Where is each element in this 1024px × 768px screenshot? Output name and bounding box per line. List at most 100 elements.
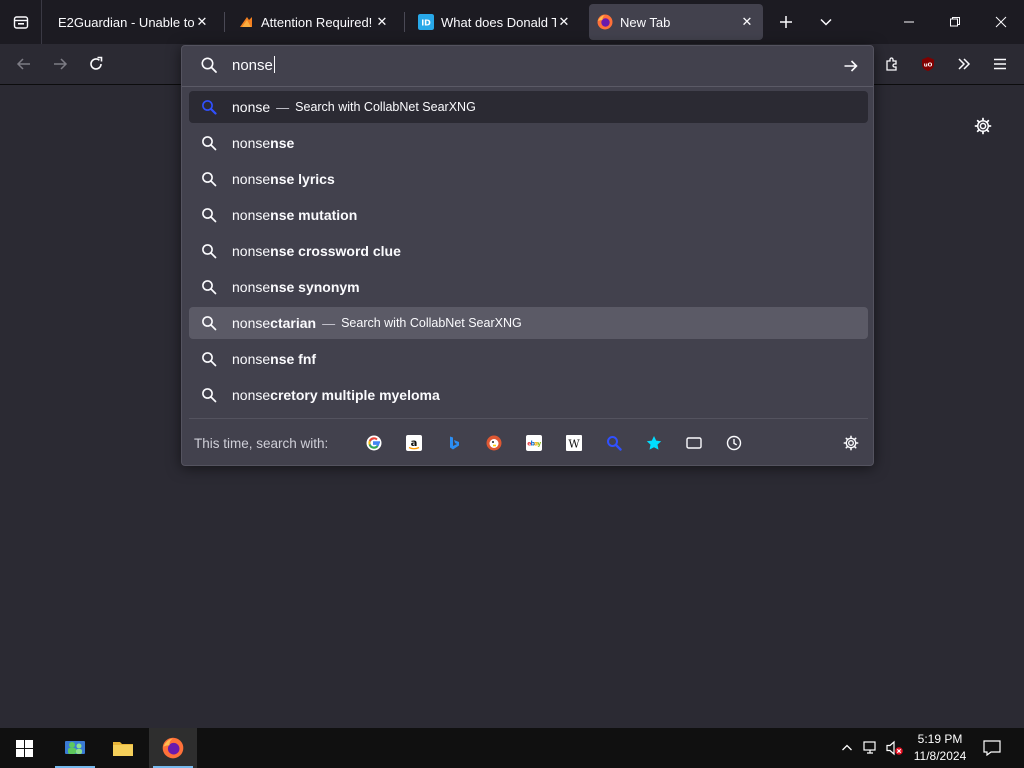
urlbar-result[interactable]: nonse ctarian — Search with CollabNet SearX…: [189, 307, 868, 339]
result-typed-text: nonse: [232, 243, 271, 259]
tab-new-tab[interactable]: New Tab ✕: [589, 4, 763, 40]
engine-wikipedia[interactable]: W: [554, 427, 594, 459]
result-suggestion-text: cretory multiple myeloma: [270, 387, 440, 403]
tab-e2guardian[interactable]: E2Guardian - Unable to load ✕: [50, 4, 218, 40]
show-hidden-icons-button[interactable]: [838, 728, 856, 768]
close-icon[interactable]: ✕: [556, 14, 572, 30]
result-typed-text: nonse: [232, 207, 271, 223]
result-typed-text: nonse: [232, 99, 271, 115]
result-suggestion-text: nse mutation: [270, 207, 358, 223]
volume-muted-icon: [886, 740, 903, 756]
clock-time: 5:19 PM: [917, 732, 963, 746]
engine-google[interactable]: [354, 427, 394, 459]
app-menu-button[interactable]: [984, 48, 1016, 80]
engine-duckduckgo[interactable]: [474, 427, 514, 459]
taskbar-network-app[interactable]: [51, 728, 99, 768]
search-icon: [202, 208, 217, 223]
result-suggestion-text: nse crossword clue: [270, 243, 401, 259]
restore-button[interactable]: [938, 6, 972, 38]
new-tab-settings-button[interactable]: [970, 113, 996, 139]
engine-amazon[interactable]: a: [394, 427, 434, 459]
back-button[interactable]: [8, 48, 40, 80]
clock-date: 11/8/2024: [913, 749, 967, 763]
ublock-origin-button[interactable]: uO: [912, 48, 944, 80]
urlbar-result[interactable]: nonse cretory multiple myeloma: [189, 379, 868, 411]
result-typed-text: nonse: [232, 315, 271, 331]
search-history-button[interactable]: [714, 427, 754, 459]
tab-what-does-donald-trump[interactable]: ID What does Donald Trump ✕: [410, 4, 580, 40]
result-suggestion-text: nse: [270, 135, 295, 151]
extensions-button[interactable]: [876, 48, 908, 80]
result-typed-text: nonse: [232, 279, 271, 295]
amazon-icon: a: [406, 435, 422, 451]
close-icon[interactable]: ✕: [374, 14, 390, 30]
search-tabs-button[interactable]: [674, 427, 714, 459]
start-button[interactable]: [0, 728, 48, 768]
gear-icon: [843, 435, 859, 451]
forward-button[interactable]: [44, 48, 76, 80]
volume-tray[interactable]: [884, 728, 906, 768]
puzzle-icon: [886, 57, 897, 71]
chevron-up-icon: [842, 744, 852, 751]
urlbar-result[interactable]: nonse nse fnf: [189, 343, 868, 375]
folder-icon: [113, 742, 133, 756]
result-typed-text: nonse: [232, 135, 271, 151]
action-center-button[interactable]: [978, 728, 1006, 768]
close-icon[interactable]: ✕: [194, 14, 210, 30]
minimize-icon: [904, 21, 914, 23]
arrow-left-icon: [16, 58, 30, 70]
result-typed-text: nonse: [232, 387, 271, 403]
taskbar-file-explorer[interactable]: [99, 728, 147, 768]
notification-icon: [983, 740, 1001, 756]
ebay-icon: ebay: [526, 435, 542, 451]
go-button[interactable]: [839, 54, 863, 78]
network-tray[interactable]: [860, 728, 882, 768]
cloudflare-icon: [240, 17, 252, 27]
close-icon[interactable]: ✕: [739, 14, 755, 30]
dictionary-icon: ID: [418, 14, 434, 30]
overflow-menu-button[interactable]: [948, 48, 980, 80]
firefox-view-button[interactable]: [0, 0, 42, 44]
chevron-down-icon: [820, 18, 832, 26]
taskbar-clock[interactable]: 5:19 PM 11/8/2024: [906, 731, 974, 765]
one-off-search-row: This time, search with: a ebay W: [182, 423, 873, 463]
close-window-button[interactable]: [984, 6, 1018, 38]
taskbar-firefox[interactable]: [149, 728, 197, 768]
list-all-tabs-button[interactable]: [810, 6, 842, 38]
result-separator: —: [322, 315, 336, 331]
search-settings-button[interactable]: [839, 431, 863, 455]
duckduckgo-icon: [486, 435, 502, 451]
reload-icon: [90, 56, 103, 70]
search-icon: [202, 136, 217, 151]
tab-title: Attention Required! | Cloudflare: [261, 14, 374, 30]
svg-text:y: y: [537, 441, 541, 448]
urlbar-result[interactable]: nonse nse crossword clue: [189, 235, 868, 267]
network-icon: [863, 741, 876, 754]
urlbar-input[interactable]: nonse: [232, 56, 792, 74]
windows-taskbar: 5:19 PM 11/8/2024: [0, 728, 1024, 768]
result-suggestion-text: nse fnf: [270, 351, 317, 367]
result-typed-text: nonse: [232, 171, 271, 187]
engine-bing[interactable]: [434, 427, 474, 459]
engine-searxng[interactable]: [594, 427, 634, 459]
windows-logo-icon: [15, 739, 33, 757]
tab-strip: E2Guardian - Unable to load ✕ Attention …: [0, 0, 1024, 44]
urlbar-result[interactable]: nonse nse lyrics: [189, 163, 868, 195]
firefox-icon: [597, 14, 613, 30]
gear-icon: [974, 117, 992, 135]
engine-ebay[interactable]: ebay: [514, 427, 554, 459]
result-action-text: Search with CollabNet SearXNG: [295, 100, 476, 114]
urlbar-result[interactable]: nonse nse mutation: [189, 199, 868, 231]
minimize-button[interactable]: [892, 6, 926, 38]
reload-button[interactable]: [80, 48, 112, 80]
urlbar-result[interactable]: nonse nse synonym: [189, 271, 868, 303]
search-bookmarks-button[interactable]: [634, 427, 674, 459]
urlbar-result[interactable]: nonse nse: [189, 127, 868, 159]
urlbar-input-row: nonse: [182, 46, 873, 86]
history-icon: [726, 435, 742, 451]
network-users-icon: [65, 741, 85, 754]
urlbar-result[interactable]: nonse — Search with CollabNet SearXNG: [189, 91, 868, 123]
new-tab-button[interactable]: [770, 6, 802, 38]
tab-title: E2Guardian - Unable to load: [58, 14, 194, 30]
tab-attention-required[interactable]: Attention Required! | Cloudflare ✕: [230, 4, 398, 40]
